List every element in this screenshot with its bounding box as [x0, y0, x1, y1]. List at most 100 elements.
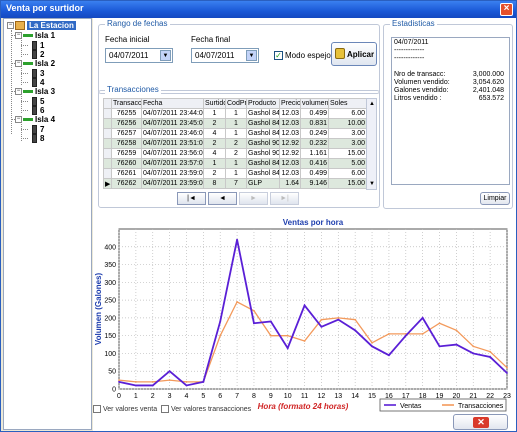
table-row[interactable]: 76259 04/07/2011 23:56:00 4 2 Gashol 90 12.92…	[103, 148, 367, 159]
column-header[interactable]: Precio	[279, 98, 301, 109]
chevron-down-icon[interactable]: ▼	[160, 50, 171, 61]
table-row[interactable]: 76256 04/07/2011 23:45:00 2 1 Gashol 84 12.03…	[103, 118, 367, 129]
scroll-up-icon[interactable]: ▲	[368, 100, 376, 108]
tree-pump[interactable]: 2	[32, 50, 44, 60]
table-cell[interactable]: 12.03	[279, 168, 301, 179]
table-cell[interactable]: 6.00	[328, 108, 367, 119]
table-cell[interactable]: Gashol 84	[246, 118, 280, 129]
table-cell[interactable]: 6.00	[328, 168, 367, 179]
mirror-mode-checkbox[interactable]: ✓ Modo espejo	[274, 51, 331, 61]
tree-island[interactable]: − Isla 2	[15, 59, 55, 68]
table-cell[interactable]: 0.499	[300, 108, 329, 119]
table-cell[interactable]: 12.92	[279, 148, 301, 159]
scroll-down-icon[interactable]: ▼	[368, 180, 376, 188]
tree-pump[interactable]: 1	[32, 41, 44, 51]
tree-pump[interactable]: 4	[32, 78, 44, 88]
table-cell[interactable]: 1	[225, 168, 247, 179]
apply-button[interactable]: Aplicar	[331, 42, 377, 66]
end-date-picker[interactable]: 04/07/2011 ▼	[191, 48, 259, 63]
tree-pump[interactable]: 6	[32, 106, 44, 116]
table-cell[interactable]: 1.161	[300, 148, 329, 159]
table-row[interactable]: 76260 04/07/2011 23:57:00 1 1 Gashol 84 12.03…	[103, 158, 367, 169]
table-cell[interactable]: 1	[203, 108, 226, 119]
chevron-down-icon[interactable]: ▼	[246, 50, 257, 61]
tree-pump[interactable]: 3	[32, 69, 44, 79]
table-cell[interactable]: 0.232	[300, 138, 329, 149]
exit-button[interactable]: ✕	[453, 414, 508, 430]
table-cell[interactable]: 1	[203, 158, 226, 169]
table-cell[interactable]: 0.416	[300, 158, 329, 169]
table-cell[interactable]: 1	[225, 108, 247, 119]
table-row[interactable]: 76258 04/07/2011 23:51:00 2 2 Gashol 90 12.92…	[103, 138, 367, 149]
table-cell[interactable]: 76261	[111, 168, 142, 179]
table-cell[interactable]: Gashol 90	[246, 148, 280, 159]
table-cell[interactable]: 2	[203, 168, 226, 179]
table-cell[interactable]: Gashol 90	[246, 138, 280, 149]
table-cell[interactable]: 76255	[111, 108, 142, 119]
table-row[interactable]: 76255 04/07/2011 23:44:00 1 1 Gashol 84 12.03…	[103, 108, 367, 119]
table-cell[interactable]: 12.92	[279, 138, 301, 149]
table-cell[interactable]: 4	[203, 148, 226, 159]
table-cell[interactable]: 1	[225, 158, 247, 169]
table-cell[interactable]: 2	[203, 118, 226, 129]
column-header[interactable]: Fecha	[141, 98, 204, 109]
row-selector[interactable]	[103, 148, 112, 159]
collapse-icon[interactable]: −	[15, 116, 22, 124]
table-cell[interactable]: Gashol 84	[246, 128, 280, 139]
table-cell[interactable]: 12.03	[279, 128, 301, 139]
vertical-scrollbar[interactable]: ▲ ▼	[366, 98, 377, 190]
row-selector[interactable]	[103, 118, 112, 129]
table-cell[interactable]: 04/07/2011 23:45:00	[141, 118, 204, 129]
row-selector[interactable]	[103, 168, 112, 179]
table-cell[interactable]: 15.00	[328, 178, 367, 189]
table-cell[interactable]: 3.00	[328, 138, 367, 149]
table-cell[interactable]: 76256	[111, 118, 142, 129]
next-record-button[interactable]: ►	[239, 192, 268, 205]
table-cell[interactable]: GLP	[246, 178, 280, 189]
table-cell[interactable]: 15.00	[328, 148, 367, 159]
collapse-icon[interactable]: −	[7, 22, 14, 30]
collapse-icon[interactable]: −	[15, 88, 22, 96]
table-cell[interactable]: 0.499	[300, 168, 329, 179]
table-cell[interactable]: 04/07/2011 23:57:00	[141, 158, 204, 169]
row-selector[interactable]	[103, 138, 112, 149]
table-row[interactable]: ▶ 76262 04/07/2011 23:59:00 8 7 GLP 1.64 9.146 1…	[103, 178, 367, 189]
column-header[interactable]: Soles	[328, 98, 367, 109]
table-cell[interactable]: 2	[225, 138, 247, 149]
table-cell[interactable]: 76260	[111, 158, 142, 169]
prev-record-button[interactable]: ◄	[208, 192, 237, 205]
column-header[interactable]: Surtidor	[203, 98, 226, 109]
row-selector[interactable]	[103, 108, 112, 119]
table-cell[interactable]: 04/07/2011 23:59:00	[141, 178, 204, 189]
last-record-button[interactable]: ►|	[270, 192, 299, 205]
row-selector[interactable]	[103, 128, 112, 139]
table-cell[interactable]: 76262	[111, 178, 142, 189]
table-cell[interactable]: 2	[203, 138, 226, 149]
show-sales-values-checkbox[interactable]: Ver valores venta	[93, 405, 157, 413]
table-cell[interactable]: Gashol 84	[246, 158, 280, 169]
table-cell[interactable]: 0.249	[300, 128, 329, 139]
tree-pump[interactable]: 5	[32, 97, 44, 107]
column-header[interactable]: CodPro	[225, 98, 247, 109]
table-cell[interactable]: 76257	[111, 128, 142, 139]
column-header[interactable]: volumen	[300, 98, 329, 109]
table-cell[interactable]: 4	[203, 128, 226, 139]
clear-button[interactable]: Limpiar	[480, 192, 510, 205]
tree-root[interactable]: − La Estacion	[7, 21, 76, 31]
table-cell[interactable]: 04/07/2011 23:56:00	[141, 148, 204, 159]
table-cell[interactable]: 8	[203, 178, 226, 189]
table-cell[interactable]: 3.00	[328, 128, 367, 139]
tree-island[interactable]: − Isla 3	[15, 87, 55, 96]
tree-pump[interactable]: 7	[32, 125, 44, 135]
close-icon[interactable]: ×	[500, 3, 513, 16]
table-cell[interactable]: 76258	[111, 138, 142, 149]
table-cell[interactable]: Gashol 84	[246, 108, 280, 119]
start-date-picker[interactable]: 04/07/2011 ▼	[105, 48, 173, 63]
table-cell[interactable]: 04/07/2011 23:46:00	[141, 128, 204, 139]
table-cell[interactable]: 76259	[111, 148, 142, 159]
table-cell[interactable]: 04/07/2011 23:44:00	[141, 108, 204, 119]
table-cell[interactable]: 04/07/2011 23:51:00	[141, 138, 204, 149]
table-row[interactable]: 76257 04/07/2011 23:46:00 4 1 Gashol 84 12.03…	[103, 128, 367, 139]
table-cell[interactable]: 9.146	[300, 178, 329, 189]
tree-island[interactable]: − Isla 1	[15, 31, 55, 40]
